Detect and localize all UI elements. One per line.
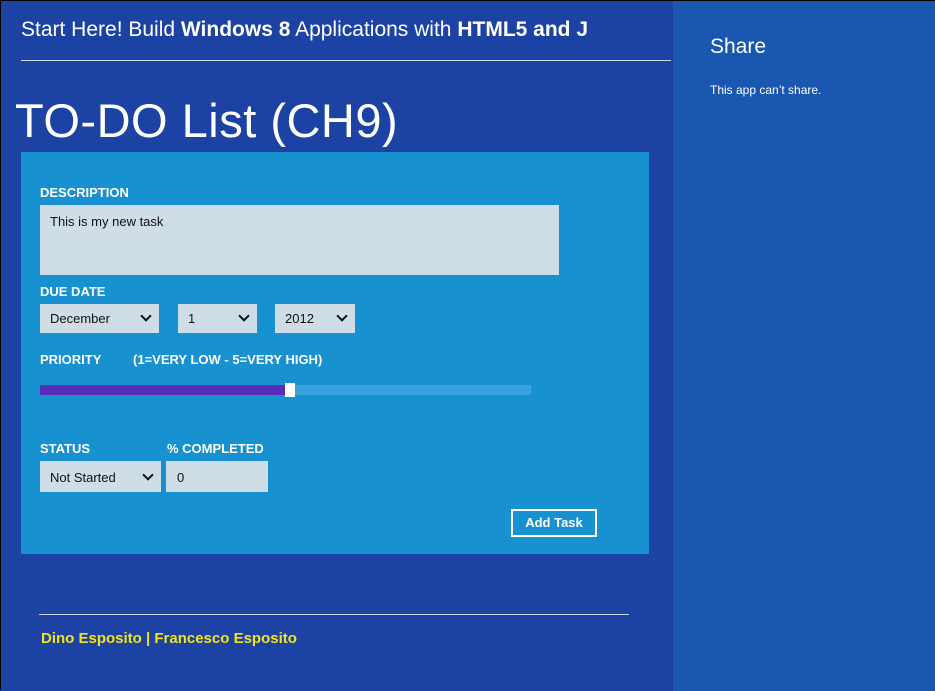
description-textarea[interactable]: This is my new task — [40, 205, 559, 275]
due-date-label: DUE DATE — [40, 284, 106, 299]
priority-slider-thumb[interactable] — [285, 383, 295, 397]
status-label: STATUS — [40, 441, 91, 456]
share-pane-message: This app can’t share. — [710, 83, 822, 97]
task-form-panel: DESCRIPTION This is my new task DUE DATE… — [21, 152, 649, 554]
share-pane-title: Share — [710, 35, 767, 58]
header-title-part: Windows 8 — [180, 18, 291, 41]
month-select[interactable]: December — [40, 304, 159, 333]
page-title: TO-DO List (CH9) — [15, 94, 399, 147]
header-title: Start Here! Build Windows 8 Applications… — [21, 18, 673, 48]
priority-hint: (1=VERY LOW - 5=VERY HIGH) — [133, 352, 323, 367]
status-select-value: Not Started — [50, 470, 116, 485]
percent-completed-input[interactable]: 0 — [166, 461, 268, 492]
priority-slider[interactable] — [40, 383, 531, 397]
percent-completed-label: % COMPLETED — [167, 441, 264, 456]
year-select[interactable]: 2012 — [275, 304, 355, 333]
chevron-down-icon — [336, 310, 348, 322]
footer-authors: Dino Esposito | Francesco Esposito — [41, 630, 297, 647]
share-pane: Share This app can’t share. — [673, 1, 935, 691]
priority-slider-fill — [40, 385, 286, 395]
add-task-button[interactable]: Add Task — [511, 509, 597, 537]
chevron-down-icon — [142, 469, 154, 481]
footer-divider — [39, 614, 629, 615]
day-select[interactable]: 1 — [178, 304, 257, 333]
header-title-part: Start Here! Build — [21, 18, 181, 41]
year-select-value: 2012 — [285, 311, 314, 326]
header-title-part: Applications with — [290, 18, 458, 41]
app-canvas: Start Here! Build Windows 8 Applications… — [1, 1, 673, 691]
month-select-value: December — [50, 311, 110, 326]
header-divider — [21, 60, 671, 61]
header-title-part: HTML5 — [457, 18, 528, 41]
header-title-part: and J — [527, 18, 589, 41]
description-label: DESCRIPTION — [40, 185, 129, 200]
day-select-value: 1 — [188, 311, 196, 326]
chevron-down-icon — [238, 310, 250, 322]
priority-label: PRIORITY — [40, 352, 102, 367]
chevron-down-icon — [140, 310, 152, 322]
status-select[interactable]: Not Started — [40, 461, 161, 492]
